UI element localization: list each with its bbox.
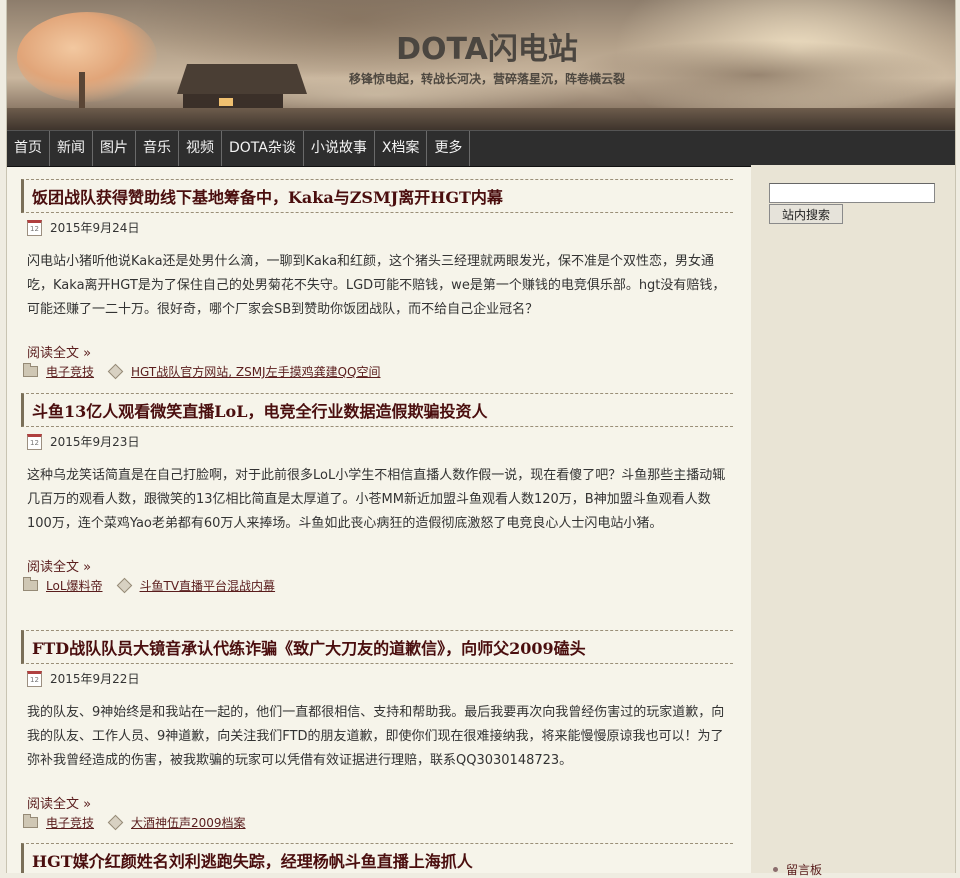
post: 饭团战队获得赞助线下基地筹备中，Kaka与ZSMJ离开HGT内幕 12 2015… — [21, 179, 733, 380]
post-title[interactable]: FTD战队队员大镜音承认代练诈骗《致广大刀友的道歉信》，向师父2009磕头 — [21, 630, 733, 664]
nav-item-pictures[interactable]: 图片 — [93, 131, 136, 166]
post-excerpt: 闪电站小猪听他说Kaka还是处男什么滴，一聊到Kaka和红颜，这个猪头三经理就两… — [27, 254, 726, 317]
folder-icon — [23, 363, 38, 377]
post: HGT媒介红颜姓名刘利逃跑失踪，经理杨帆斗鱼直播上海抓人 — [21, 843, 733, 873]
nav-item-video[interactable]: 视频 — [179, 131, 222, 166]
post-meta: 电子竞技 HGT战队官方网站, ZSMJ左手摸鸡龚建QQ空间 — [21, 363, 733, 380]
post-meta: LoL爆料帝 斗鱼TV直播平台混战内幕 — [21, 577, 733, 594]
search-button[interactable]: 站内搜索 — [769, 204, 843, 224]
tag-links[interactable]: HGT战队官方网站, ZSMJ左手摸鸡龚建QQ空间 — [131, 363, 380, 380]
tag-links[interactable]: 斗鱼TV直播平台混战内幕 — [140, 577, 276, 594]
post-meta: 电子竞技 大酒神伍声2009档案 — [21, 814, 733, 831]
calendar-icon: 12 — [27, 433, 42, 450]
site-header: DOTA闪电站 移锋惊电起，转战长河决，营碎落星沉，阵卷横云裂 — [7, 0, 955, 130]
post: 斗鱼13亿人观看微笑直播LoL，电竞全行业数据造假欺骗投资人 12 2015年9… — [21, 393, 733, 594]
post: FTD战队队员大镜音承认代练诈骗《致广大刀友的道歉信》，向师父2009磕头 12… — [21, 630, 733, 831]
tag-icon — [107, 363, 124, 380]
post-date: 2015年9月22日 — [50, 672, 140, 686]
post-title[interactable]: 斗鱼13亿人观看微笑直播LoL，电竞全行业数据造假欺骗投资人 — [21, 393, 733, 427]
post-date-row: 12 2015年9月24日 — [21, 219, 733, 236]
post-title[interactable]: 饭团战队获得赞助线下基地筹备中，Kaka与ZSMJ离开HGT内幕 — [21, 179, 733, 213]
tree-trunk — [79, 72, 85, 112]
post-date-row: 12 2015年9月23日 — [21, 433, 733, 450]
sidebar-item-guestbook[interactable]: 留言板 — [773, 861, 822, 878]
post-excerpt: 我的队友、9神始终是和我站在一起的，他们一直都很相信、支持和帮助我。最后我要再次… — [27, 705, 725, 768]
site-title[interactable]: DOTA闪电站 — [377, 24, 597, 68]
main-nav: 首页 新闻 图片 音乐 视频 DOTA杂谈 小说故事 X档案 更多 — [7, 130, 955, 167]
post-date: 2015年9月24日 — [50, 221, 140, 235]
read-more-link[interactable]: 阅读全文 » — [27, 793, 733, 812]
header-ground — [7, 108, 955, 130]
category-link[interactable]: LoL爆料帝 — [46, 577, 103, 594]
house-roof — [177, 64, 307, 94]
nav-item-dota-talk[interactable]: DOTA杂谈 — [222, 131, 304, 166]
guestbook-label: 留言板 — [786, 863, 823, 877]
post-date-row: 12 2015年9月22日 — [21, 670, 733, 687]
sidebar: 站内搜索 留言板 — [751, 165, 955, 877]
tag-icon — [116, 577, 132, 594]
search-input[interactable] — [769, 183, 935, 203]
read-more-link[interactable]: 阅读全文 » — [27, 556, 733, 575]
category-link[interactable]: 电子竞技 — [46, 363, 94, 380]
nav-item-more[interactable]: 更多 — [427, 131, 471, 166]
folder-icon — [23, 814, 38, 828]
tree-illustration — [17, 12, 157, 102]
nav-item-news[interactable]: 新闻 — [50, 131, 93, 166]
nav-item-home[interactable]: 首页 — [7, 131, 50, 166]
nav-item-x-files[interactable]: X档案 — [375, 131, 428, 166]
nav-item-stories[interactable]: 小说故事 — [304, 131, 375, 166]
main-content: 饭团战队获得赞助线下基地筹备中，Kaka与ZSMJ离开HGT内幕 12 2015… — [7, 165, 751, 873]
read-more-link[interactable]: 阅读全文 » — [27, 342, 733, 361]
house-window — [219, 98, 233, 106]
nav-item-music[interactable]: 音乐 — [136, 131, 179, 166]
site-tagline: 移锋惊电起，转战长河决，营碎落星沉，阵卷横云裂 — [348, 72, 625, 86]
folder-icon — [23, 577, 38, 591]
post-title[interactable]: HGT媒介红颜姓名刘利逃跑失踪，经理杨帆斗鱼直播上海抓人 — [21, 843, 733, 873]
bullet-icon — [773, 867, 778, 872]
post-excerpt: 这种乌龙笑话简直是在自己打脸啊，对于此前很多LoL小学生不相信直播人数作假一说，… — [27, 468, 726, 531]
page-frame: DOTA闪电站 移锋惊电起，转战长河决，营碎落星沉，阵卷横云裂 首页 新闻 图片… — [6, 0, 956, 877]
tag-icon — [107, 814, 124, 831]
calendar-icon: 12 — [27, 219, 42, 236]
calendar-icon: 12 — [27, 670, 42, 687]
post-date: 2015年9月23日 — [50, 435, 140, 449]
category-link[interactable]: 电子竞技 — [46, 814, 94, 831]
tag-links[interactable]: 大酒神伍声2009档案 — [131, 814, 246, 831]
